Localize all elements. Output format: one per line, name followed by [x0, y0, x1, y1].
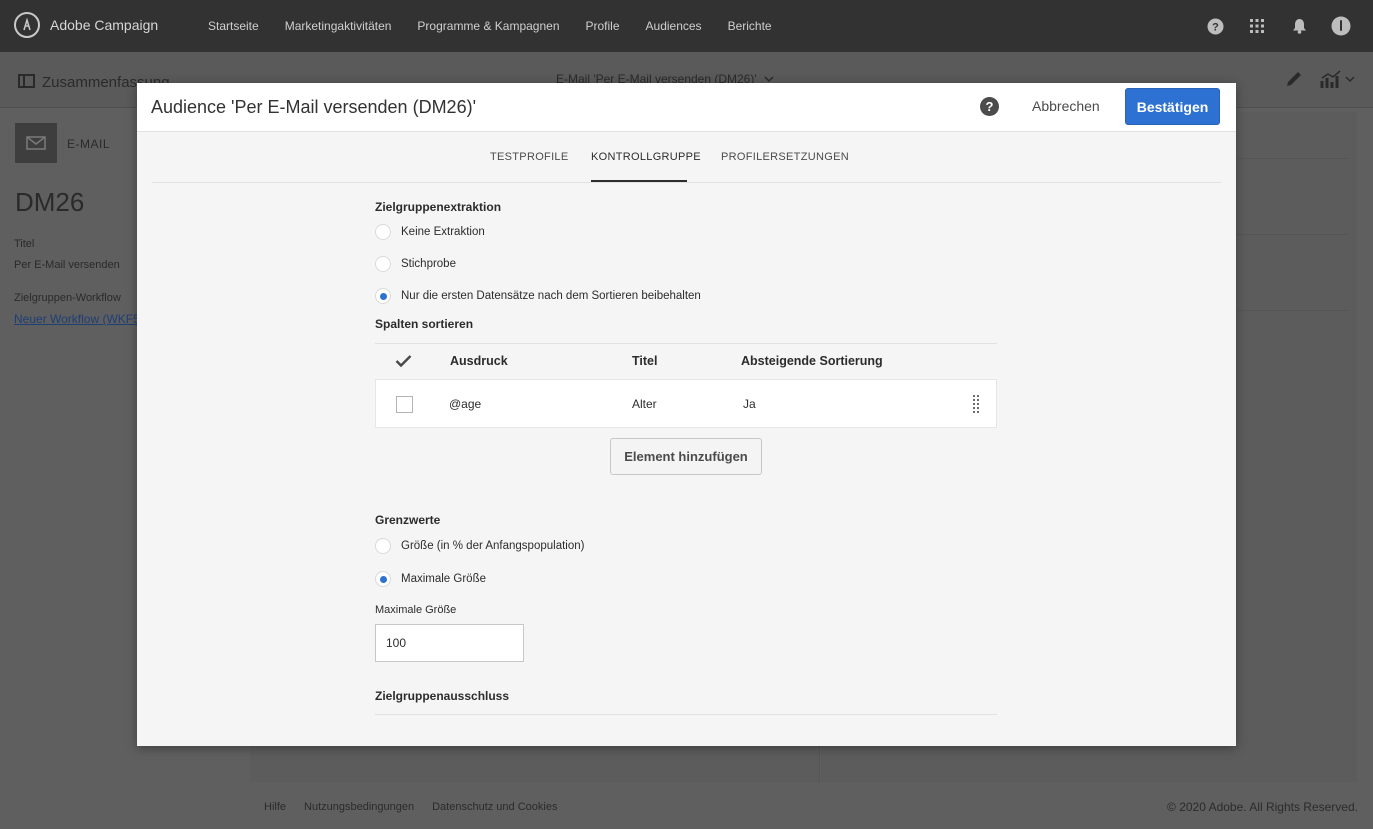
apps-grid-icon[interactable] [1247, 16, 1267, 36]
brand-name: Adobe Campaign [50, 17, 159, 33]
nav-startseite[interactable]: Startseite [208, 19, 259, 33]
confirm-button[interactable]: Bestätigen [1125, 88, 1220, 125]
sort-columns-title: Spalten sortieren [375, 317, 474, 331]
chevron-down-icon [764, 76, 774, 83]
footer-link-datenschutz[interactable]: Datenschutz und Cookies [432, 801, 557, 813]
checkmark-icon[interactable] [395, 354, 412, 368]
summary-panel-icon[interactable] [18, 74, 35, 88]
radio-label: Nur die ersten Datensätze nach dem Sorti… [401, 290, 701, 302]
email-channel-tile [15, 123, 57, 163]
tab-kontrollgruppe[interactable]: KONTROLLGRUPPE [591, 151, 701, 163]
main-nav: Startseite Marketingaktivitäten Programm… [208, 0, 798, 52]
radio-button-selected[interactable] [375, 288, 391, 304]
radio-button[interactable] [375, 256, 391, 272]
workflow-link[interactable]: Neuer Workflow (WKF5 [14, 312, 140, 326]
cell-title: Alter [632, 397, 657, 411]
dialog-header: Audience 'Per E-Mail versenden (DM26)' ?… [137, 83, 1236, 132]
nav-audiences[interactable]: Audiences [646, 19, 702, 33]
title-value: Per E-Mail versenden [14, 259, 120, 271]
dialog-tabs: TESTPROFILE KONTROLLGRUPPE PROFILERSETZU… [152, 133, 1221, 183]
radio-button-selected[interactable] [375, 571, 391, 587]
column-header-ausdruck: Ausdruck [450, 354, 508, 368]
workflow-label: Zielgruppen-Workflow [14, 292, 121, 304]
brand[interactable]: Adobe Campaign [14, 12, 158, 38]
nav-programme-kampagnen[interactable]: Programme & Kampagnen [417, 19, 559, 33]
channel-label: E-MAIL [67, 137, 111, 151]
extraction-title: Zielgruppenextraktion [375, 200, 502, 214]
cancel-button[interactable]: Abbrechen [1032, 98, 1100, 114]
radio-stichprobe[interactable]: Stichprobe [375, 256, 456, 272]
top-navigation-bar: Adobe Campaign Startseite Marketingaktiv… [0, 0, 1373, 52]
divider [375, 714, 997, 715]
tab-profilersetzungen[interactable]: PROFILERSETZUNGEN [721, 151, 849, 163]
nav-berichte[interactable]: Berichte [728, 19, 772, 33]
footer-link-nutzungsbedingungen[interactable]: Nutzungsbedingungen [304, 801, 414, 813]
row-checkbox[interactable] [396, 396, 413, 413]
cell-descending: Ja [743, 397, 756, 411]
help-button[interactable]: ? [980, 97, 999, 116]
radio-keine-extraktion[interactable]: Keine Extraktion [375, 224, 485, 240]
envelope-icon [26, 136, 46, 150]
cell-expression: @age [449, 397, 482, 411]
sort-table-header: Ausdruck Titel Absteigende Sortierung [375, 343, 997, 378]
title-label: Titel [14, 238, 35, 250]
footer: Hilfe Nutzungsbedingungen Datenschutz un… [250, 787, 1373, 827]
radio-erste-datensaetze[interactable]: Nur die ersten Datensätze nach dem Sorti… [375, 288, 701, 304]
avatar-icon[interactable] [1331, 16, 1351, 36]
delivery-code: DM26 [15, 187, 85, 217]
nav-marketingaktivitaeten[interactable]: Marketingaktivitäten [285, 19, 392, 33]
radio-label: Keine Extraktion [401, 226, 485, 238]
top-icons: ? [1205, 0, 1373, 52]
footer-link-hilfe[interactable]: Hilfe [264, 801, 286, 813]
radio-label: Größe (in % der Anfangspopulation) [401, 540, 585, 552]
sort-table: Ausdruck Titel Absteigende Sortierung @a… [375, 343, 997, 428]
limits-title: Grenzwerte [375, 513, 441, 527]
column-header-absteigend: Absteigende Sortierung [741, 354, 883, 368]
dialog-title: Audience 'Per E-Mail versenden (DM26)' [151, 97, 477, 117]
audience-dialog: Audience 'Per E-Mail versenden (DM26)' ?… [137, 83, 1236, 746]
add-element-button[interactable]: Element hinzufügen [610, 438, 762, 475]
max-size-label: Maximale Größe [375, 604, 457, 616]
drag-handle-icon[interactable] [972, 394, 980, 414]
exclusion-title: Zielgruppenausschluss [375, 689, 510, 703]
table-row[interactable]: @age Alter Ja [375, 379, 997, 428]
radio-label: Maximale Größe [401, 573, 486, 585]
max-size-input[interactable] [375, 624, 524, 662]
radio-groesse-prozent[interactable]: Größe (in % der Anfangspopulation) [375, 538, 584, 554]
help-icon[interactable]: ? [1205, 16, 1225, 36]
radio-maximale-groesse[interactable]: Maximale Größe [375, 571, 486, 587]
pencil-icon[interactable] [1284, 69, 1306, 91]
active-tab-indicator [591, 180, 687, 182]
nav-profile[interactable]: Profile [586, 19, 620, 33]
tab-testprofile[interactable]: TESTPROFILE [490, 151, 568, 163]
adobe-campaign-logo-icon [14, 12, 40, 38]
radio-button[interactable] [375, 224, 391, 240]
copyright: © 2020 Adobe. All Rights Reserved. [1167, 800, 1358, 814]
radio-label: Stichprobe [401, 258, 456, 270]
column-header-titel: Titel [632, 354, 658, 368]
radio-button[interactable] [375, 538, 391, 554]
bell-icon[interactable] [1289, 16, 1309, 36]
svg-text:?: ? [1212, 21, 1219, 33]
report-chart-icon[interactable] [1320, 69, 1360, 91]
